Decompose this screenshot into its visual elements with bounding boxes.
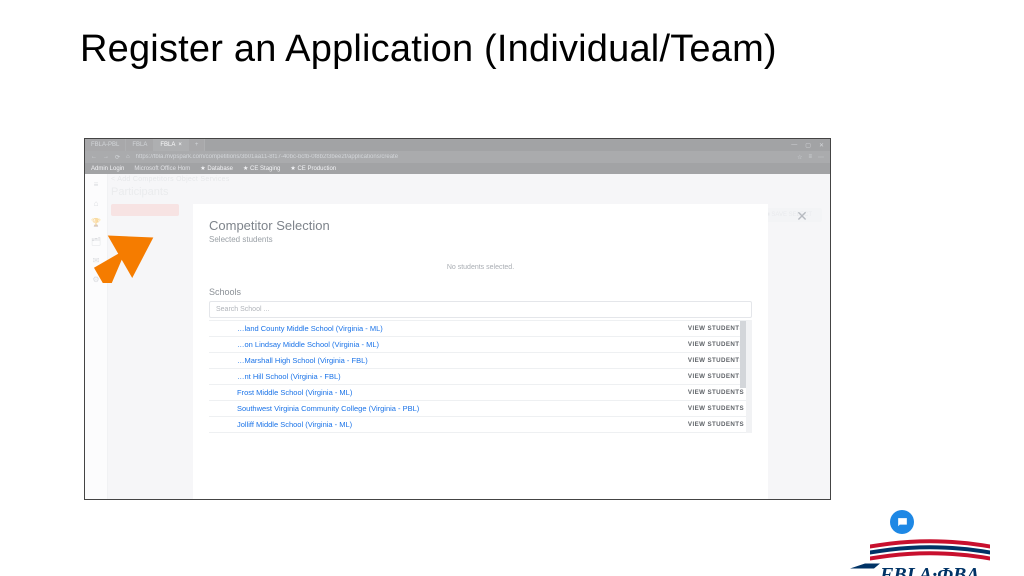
chat-icon bbox=[896, 516, 909, 529]
records-icon[interactable]: 🗂 bbox=[91, 237, 101, 246]
school-row: …land County Middle School (Virginia - M… bbox=[209, 321, 746, 337]
tab-label: FBLA-PBL bbox=[91, 142, 119, 148]
modal-title: Competitor Selection bbox=[209, 218, 752, 233]
home-button[interactable]: ⌂ bbox=[126, 154, 130, 160]
school-name[interactable]: …nt Hill School (Virginia - FBL) bbox=[237, 372, 341, 381]
screenshot: FBLA-PBL FBLA FBLA × + — ▢ ✕ ← → ⟳ ⌂ htt… bbox=[84, 138, 831, 500]
bookmark[interactable]: ★ CE Production bbox=[290, 165, 336, 172]
browser-address-bar: ← → ⟳ ⌂ https://fbla.mvpspark.com/compet… bbox=[85, 151, 830, 163]
view-students-button[interactable]: VIEW STUDENTS bbox=[688, 341, 744, 348]
school-row: …Marshall High School (Virginia - FBL) V… bbox=[209, 353, 746, 369]
slide: Register an Application (Individual/Team… bbox=[0, 28, 1024, 576]
mail-icon[interactable]: ✉ bbox=[93, 256, 100, 265]
backdrop-title: Participants bbox=[111, 186, 824, 198]
view-students-button[interactable]: VIEW STUDENTS bbox=[688, 325, 744, 332]
school-list: …land County Middle School (Virginia - M… bbox=[209, 320, 752, 433]
trophy-icon[interactable]: 🏆 bbox=[91, 218, 101, 227]
modal-close-button[interactable]: ✕ bbox=[794, 208, 810, 224]
school-row: Southwest Virginia Community College (Vi… bbox=[209, 401, 746, 417]
select-types-button[interactable]: SELECT TYPES bbox=[111, 204, 179, 216]
modal-subtitle: Selected students bbox=[209, 235, 752, 244]
school-row: …nt Hill School (Virginia - FBL) VIEW ST… bbox=[209, 369, 746, 385]
fbla-pbl-logo: FBLA·ΦBΛ R bbox=[850, 532, 1000, 576]
back-button[interactable]: ← bbox=[91, 154, 97, 160]
school-name[interactable]: Jolliff Middle School (Virginia - ML) bbox=[237, 420, 352, 429]
app-canvas: ≡ ⌂ 🏆 🗂 ✉ ⚙ < Add Competitors Object Ser… bbox=[85, 174, 830, 499]
close-window-button[interactable]: ✕ bbox=[819, 142, 824, 149]
schools-label: Schools bbox=[209, 287, 752, 297]
left-nav: ≡ ⌂ 🏆 🗂 ✉ ⚙ bbox=[85, 174, 108, 499]
menu-icon[interactable]: ⋯ bbox=[818, 154, 824, 161]
breadcrumb: < Add Competitors Object Services bbox=[111, 176, 824, 183]
minimize-button[interactable]: — bbox=[791, 142, 797, 148]
bookmark[interactable]: ★ Database bbox=[200, 165, 233, 172]
reload-button[interactable]: ⟳ bbox=[115, 154, 120, 161]
school-name[interactable]: …on Lindsay Middle School (Virginia - ML… bbox=[237, 340, 379, 349]
school-row: Jolliff Middle School (Virginia - ML) VI… bbox=[209, 417, 746, 433]
view-students-button[interactable]: VIEW STUDENTS bbox=[688, 421, 744, 428]
empty-state: No students selected. bbox=[209, 250, 752, 281]
maximize-button[interactable]: ▢ bbox=[805, 142, 811, 149]
view-students-button[interactable]: VIEW STUDENTS bbox=[688, 357, 744, 364]
new-tab-button[interactable]: + bbox=[189, 139, 206, 151]
bookmark-label: Database bbox=[207, 166, 233, 172]
bookmark-label: CE Staging bbox=[250, 166, 280, 172]
bookmark[interactable]: Admin Login bbox=[91, 166, 124, 172]
school-row: Frost Middle School (Virginia - ML) VIEW… bbox=[209, 385, 746, 401]
tab-label: FBLA bbox=[132, 142, 147, 148]
school-row: …on Lindsay Middle School (Virginia - ML… bbox=[209, 337, 746, 353]
browser-tab[interactable]: FBLA bbox=[126, 139, 154, 151]
chat-widget-button[interactable] bbox=[890, 510, 914, 534]
browser-tab[interactable]: FBLA-PBL bbox=[85, 139, 126, 151]
slide-title: Register an Application (Individual/Team… bbox=[80, 28, 1024, 71]
bookmark-label: CE Production bbox=[297, 166, 336, 172]
star-icon[interactable]: ☆ bbox=[797, 154, 802, 161]
browser-tab-active[interactable]: FBLA × bbox=[154, 139, 189, 151]
menu-icon[interactable]: ≡ bbox=[94, 180, 99, 189]
school-name[interactable]: …land County Middle School (Virginia - M… bbox=[237, 324, 383, 333]
settings-icon[interactable]: ⚙ bbox=[92, 275, 99, 284]
view-students-button[interactable]: VIEW STUDENTS bbox=[688, 373, 744, 380]
school-name[interactable]: Frost Middle School (Virginia - ML) bbox=[237, 388, 352, 397]
view-students-button[interactable]: VIEW STUDENTS bbox=[688, 389, 744, 396]
favorites-icon[interactable]: ≡ bbox=[808, 154, 812, 160]
view-students-button[interactable]: VIEW STUDENTS bbox=[688, 405, 744, 412]
bookmark[interactable]: Microsoft Office Hom bbox=[134, 166, 190, 172]
tab-label: FBLA bbox=[160, 142, 175, 148]
school-search-input[interactable]: Search School ... bbox=[209, 301, 752, 318]
home-icon[interactable]: ⌂ bbox=[94, 199, 99, 208]
bookmark[interactable]: ★ CE Staging bbox=[243, 165, 280, 172]
url-field[interactable]: https://fbla.mvpspark.com/competitions/3… bbox=[136, 154, 791, 160]
school-name[interactable]: …Marshall High School (Virginia - FBL) bbox=[237, 356, 368, 365]
close-icon[interactable]: × bbox=[178, 142, 182, 148]
school-name[interactable]: Southwest Virginia Community College (Vi… bbox=[237, 404, 419, 413]
browser-bookmarks-bar: Admin Login Microsoft Office Hom ★ Datab… bbox=[85, 163, 830, 174]
forward-button[interactable]: → bbox=[103, 154, 109, 160]
logo-text: FBLA·ΦBΛ bbox=[879, 564, 980, 576]
competitor-selection-modal: ✕ Competitor Selection Selected students… bbox=[193, 204, 768, 499]
browser-tabbar: FBLA-PBL FBLA FBLA × + — ▢ ✕ bbox=[85, 139, 830, 151]
